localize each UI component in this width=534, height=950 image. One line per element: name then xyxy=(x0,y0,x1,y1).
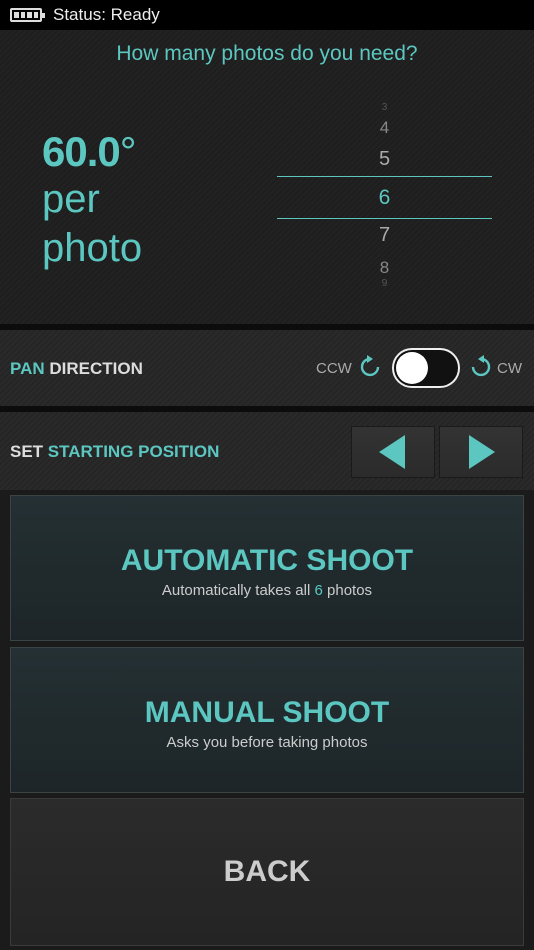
cw-label: CW xyxy=(497,360,522,377)
pan-direction-label: PAN DIRECTION xyxy=(10,359,143,378)
picker-option[interactable]: 7 xyxy=(277,224,492,247)
photo-count-panel: How many photos do you need? 60.0° per p… xyxy=(0,30,534,324)
photo-count-value: 6 xyxy=(314,582,323,599)
ccw-label: CCW xyxy=(316,360,352,377)
picker-option[interactable]: 9 xyxy=(277,278,492,289)
manual-shoot-subtitle: Asks you before taking photos xyxy=(166,734,368,751)
picker-selected-option[interactable]: 6 xyxy=(277,186,492,210)
picker-option[interactable]: 5 xyxy=(277,148,492,171)
back-button[interactable]: BACK xyxy=(10,798,524,946)
picker-option[interactable]: 3 xyxy=(277,102,492,113)
photo-count-picker[interactable]: 3 4 5 6 7 8 9 xyxy=(277,102,492,289)
automatic-shoot-subtitle: Automatically takes all 6 photos xyxy=(161,582,373,599)
move-right-button[interactable] xyxy=(439,426,523,478)
starting-position-label: SET STARTING POSITION xyxy=(10,442,220,461)
starting-position-row: SET STARTING POSITION xyxy=(0,412,534,490)
status-bar: Status: Ready xyxy=(0,0,534,30)
angle-value: 60.0° xyxy=(42,128,137,175)
pan-direction-toggle[interactable] xyxy=(392,348,460,388)
manual-shoot-title: MANUAL SHOOT xyxy=(144,696,390,729)
triangle-left-icon xyxy=(379,435,405,469)
back-label: BACK xyxy=(223,855,311,888)
manual-shoot-button[interactable]: MANUAL SHOOT Asks you before taking phot… xyxy=(10,647,524,793)
photo-count-question: How many photos do you need? xyxy=(116,42,418,65)
photo-label: photo xyxy=(42,226,143,270)
pan-direction-row: PAN DIRECTION CCW CW xyxy=(0,330,534,406)
picker-option[interactable]: 4 xyxy=(277,118,492,138)
rotate-cw-icon xyxy=(471,355,491,377)
battery-full-icon xyxy=(10,8,45,22)
rotate-ccw-icon xyxy=(360,355,380,377)
move-left-button[interactable] xyxy=(351,426,435,478)
triangle-right-icon xyxy=(469,435,495,469)
automatic-shoot-button[interactable]: AUTOMATIC SHOOT Automatically takes all … xyxy=(10,495,524,641)
picker-selection-line-top xyxy=(277,176,492,177)
picker-option[interactable]: 8 xyxy=(277,258,492,278)
automatic-shoot-title: AUTOMATIC SHOOT xyxy=(120,544,414,577)
per-label: per xyxy=(42,177,100,221)
toggle-knob xyxy=(396,352,428,384)
picker-selection-line-bottom xyxy=(277,218,492,219)
status-text: Status: Ready xyxy=(53,5,160,24)
